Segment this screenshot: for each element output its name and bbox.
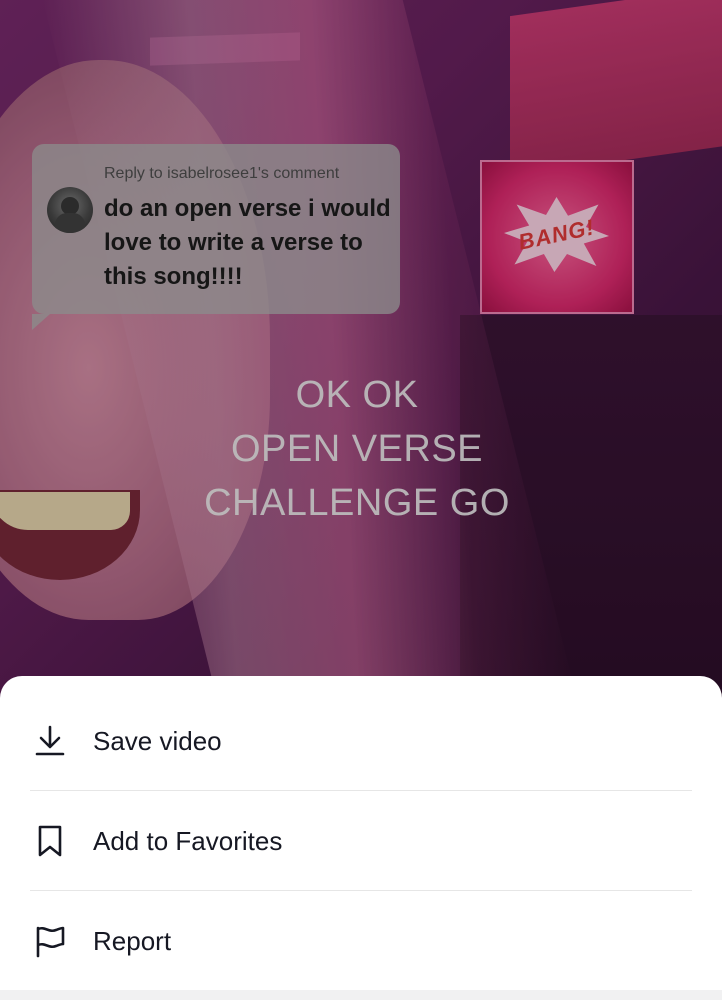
video-player[interactable]: BANG! Reply to isabelrosee1's comment do… — [0, 0, 722, 700]
menu-item-label: Report — [93, 925, 172, 956]
flag-icon — [32, 923, 68, 959]
reply-comment-sticker[interactable]: Reply to isabelrosee1's comment do an op… — [32, 144, 400, 330]
menu-item-label: Add to Favorites — [93, 825, 283, 856]
screen: BANG! Reply to isabelrosee1's comment do… — [0, 0, 722, 1000]
save-video-button[interactable]: Save video — [0, 691, 722, 791]
sheet-bottom-bar — [0, 990, 722, 1000]
add-to-favorites-button[interactable]: Add to Favorites — [0, 791, 722, 891]
caption-line: OPEN VERSE — [230, 428, 484, 470]
avatar — [47, 187, 93, 233]
action-bottom-sheet: Save video Add to Favorites Report — [0, 676, 722, 1000]
reply-header: Reply to isabelrosee1's comment — [104, 165, 340, 182]
menu-item-label: Save video — [93, 725, 222, 756]
download-icon — [32, 723, 68, 759]
report-button[interactable]: Report — [0, 891, 722, 991]
caption-line: CHALLENGE GO — [204, 482, 510, 524]
caption-line: OK OK — [295, 374, 419, 416]
video-dim-overlay — [0, 0, 722, 700]
video-caption: OK OK OPEN VERSE CHALLENGE GO — [0, 368, 714, 530]
reply-comment-text: do an open verse i would love to write a… — [104, 195, 391, 290]
bookmark-icon — [32, 823, 68, 859]
